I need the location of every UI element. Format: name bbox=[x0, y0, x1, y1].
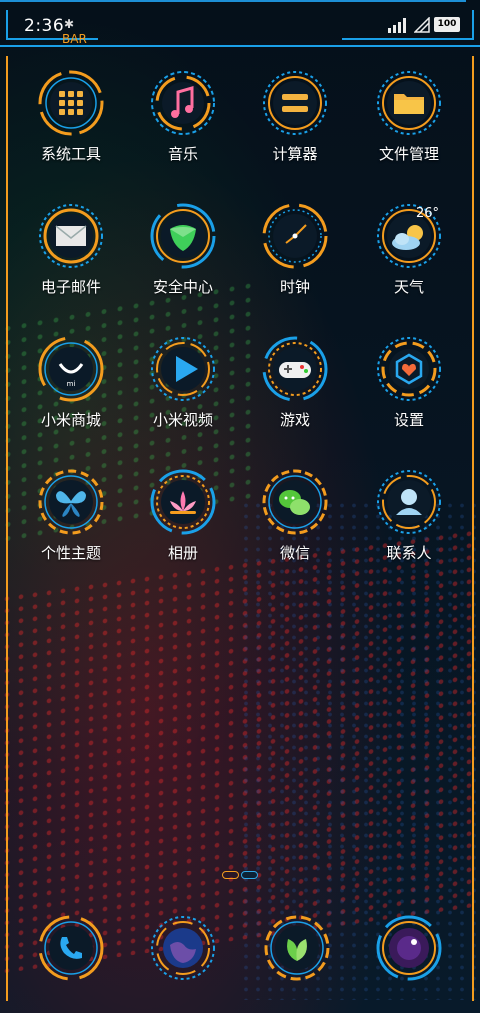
lotus-icon bbox=[150, 469, 216, 535]
app-mi-store[interactable]: mi 小米商城 bbox=[16, 336, 126, 446]
app-system-tools[interactable]: 系统工具 bbox=[16, 70, 126, 180]
app-calculator[interactable]: 计算器 bbox=[240, 70, 350, 180]
frame-right-line bbox=[466, 56, 474, 1001]
butterfly-icon bbox=[38, 469, 104, 535]
clock-icon bbox=[262, 203, 328, 269]
app-label: 微信 bbox=[279, 544, 310, 562]
app-label: 相册 bbox=[167, 544, 198, 562]
app-clock[interactable]: 时钟 bbox=[240, 203, 350, 313]
app-label: 联系人 bbox=[386, 544, 432, 562]
dock-leaf-app[interactable] bbox=[264, 915, 330, 981]
svg-text:mi: mi bbox=[67, 380, 76, 388]
dock-phone[interactable] bbox=[38, 915, 104, 981]
frame-left-line bbox=[6, 56, 14, 1001]
app-file-manager[interactable]: 文件管理 bbox=[354, 70, 464, 180]
contacts-icon bbox=[376, 469, 442, 535]
app-label: 设置 bbox=[393, 411, 424, 429]
status-bar: 2:36 ✱ BAR 100 bbox=[0, 0, 480, 46]
folder-icon bbox=[376, 70, 442, 136]
settings-icon bbox=[376, 336, 442, 402]
app-label: 小米商城 bbox=[40, 411, 101, 429]
app-label: 音乐 bbox=[167, 145, 198, 163]
app-weather[interactable]: 26° 天气 bbox=[354, 203, 464, 313]
app-label: 安全中心 bbox=[152, 278, 213, 296]
app-label: 系统工具 bbox=[40, 145, 101, 163]
music-icon bbox=[150, 70, 216, 136]
camera-icon bbox=[376, 915, 442, 981]
app-email[interactable]: 电子邮件 bbox=[16, 203, 126, 313]
weather-icon: 26° bbox=[376, 203, 442, 269]
weather-temperature: 26° bbox=[416, 206, 440, 221]
signal-icon bbox=[388, 17, 410, 33]
wifi-icon bbox=[414, 17, 430, 33]
bar-label: BAR bbox=[62, 32, 87, 46]
app-label: 个性主题 bbox=[40, 544, 101, 562]
app-contacts[interactable]: 联系人 bbox=[354, 469, 464, 579]
app-label: 游戏 bbox=[279, 411, 310, 429]
app-gallery[interactable]: 相册 bbox=[128, 469, 238, 579]
status-time: 2:36 bbox=[24, 16, 65, 36]
app-music[interactable]: 音乐 bbox=[128, 70, 238, 180]
leaf-icon bbox=[264, 915, 330, 981]
app-security-center[interactable]: 安全中心 bbox=[128, 203, 238, 313]
app-games[interactable]: 游戏 bbox=[240, 336, 350, 446]
tools-icon bbox=[38, 70, 104, 136]
mail-icon bbox=[38, 203, 104, 269]
bluetooth-icon: ✱ bbox=[64, 17, 75, 31]
calculator-icon bbox=[262, 70, 328, 136]
video-icon bbox=[150, 336, 216, 402]
app-settings[interactable]: 设置 bbox=[354, 336, 464, 446]
app-label: 天气 bbox=[393, 278, 424, 296]
app-mi-video[interactable]: 小米视频 bbox=[128, 336, 238, 446]
gamepad-icon bbox=[262, 336, 328, 402]
app-themes[interactable]: 个性主题 bbox=[16, 469, 126, 579]
app-label: 文件管理 bbox=[378, 145, 439, 163]
app-wechat[interactable]: 微信 bbox=[240, 469, 350, 579]
app-label: 时钟 bbox=[279, 278, 310, 296]
page-indicator[interactable] bbox=[222, 871, 258, 879]
mi-store-icon: mi bbox=[38, 336, 104, 402]
page-dot[interactable] bbox=[222, 871, 239, 879]
app-label: 小米视频 bbox=[152, 411, 213, 429]
dock-browser[interactable] bbox=[150, 915, 216, 981]
page-dot-active[interactable] bbox=[241, 871, 258, 879]
browser-globe-icon bbox=[151, 916, 215, 980]
app-label: 计算器 bbox=[272, 145, 318, 163]
wechat-icon bbox=[262, 469, 328, 535]
app-label: 电子邮件 bbox=[40, 278, 101, 296]
battery-indicator: 100 bbox=[434, 17, 460, 32]
phone-icon bbox=[38, 915, 104, 981]
dock-camera[interactable] bbox=[376, 915, 442, 981]
shield-icon bbox=[150, 203, 216, 269]
